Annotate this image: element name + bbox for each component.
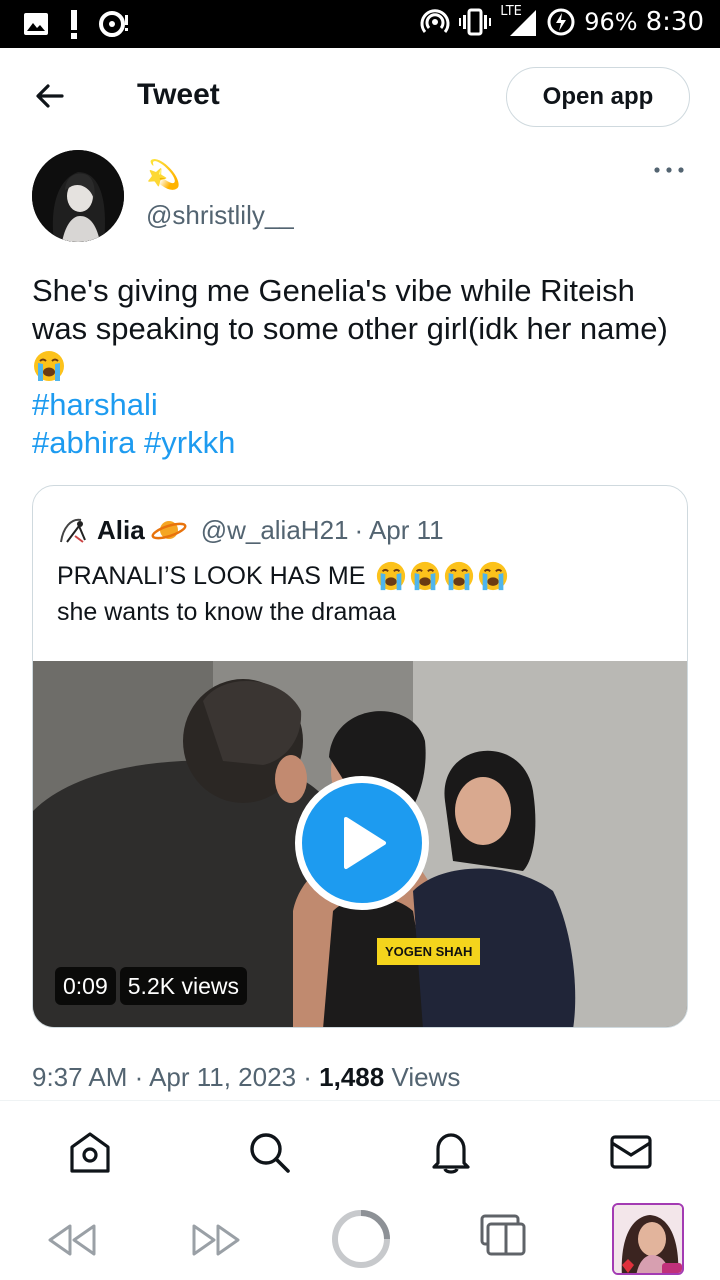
video-player[interactable]: YOGEN SHAH 0:09 5.2K views [33,661,687,1027]
quoted-text-2: she wants to know the dramaa [57,598,397,626]
back-icon[interactable] [46,1220,98,1265]
data-saver-icon [98,9,130,39]
bottom-navigation [0,1101,720,1201]
tweet-timestamp: 9:37 AM · Apr 11, 2023 · [32,1062,320,1092]
quoted-tweet-card[interactable]: Alia @w_aliaH21 · Apr 11 PRANALI’S LOOK … [32,485,688,1028]
video-views-badge: 5.2K views [119,967,247,1005]
more-options-button[interactable] [652,160,686,180]
tweet-text: She's giving me Genelia's vibe while Rit… [32,273,668,346]
quoted-date: · Apr 11 [354,514,444,545]
quoted-author-avatar [55,512,91,548]
crying-face-emoji-icon [445,561,474,591]
profile-thumbnail[interactable] [612,1203,684,1275]
author-handle[interactable]: @shristlily__ [146,200,294,231]
crying-face-emoji-icon [411,561,440,591]
home-icon[interactable] [67,1129,113,1175]
signal-icon: LTE [500,4,538,38]
hashtag-link[interactable]: #yrkkh [144,425,235,460]
open-app-button[interactable]: Open app [506,67,690,127]
video-info-badges: 0:09 5.2K views [55,967,247,1005]
hashtag-link[interactable]: #abhira [32,425,135,460]
crying-face-emoji-icon [377,561,406,591]
more-dots-icon [654,167,684,173]
views-label: Views [391,1062,461,1092]
views-count: 1,488 [319,1062,385,1092]
tabs-icon[interactable] [478,1212,528,1263]
quoted-text-line1: PRANALI’S LOOK HAS ME [57,560,509,592]
tweet-metadata: 9:37 AM · Apr 11, 2023 · 1,488 Views [32,1062,460,1093]
status-bar-right: LTE 96% 8:30 [420,4,704,38]
clock: 8:30 [645,7,704,37]
quoted-author-handle: @w_aliaH21 [200,514,349,545]
forward-icon[interactable] [190,1220,242,1265]
tweet-body: She's giving me Genelia's vibe while Rit… [32,272,692,462]
hotspot-icon [420,7,450,37]
play-icon [344,817,386,869]
search-icon[interactable] [246,1129,292,1175]
battery-percent: 96% [584,8,638,36]
top-header: Tweet Open app [0,48,720,148]
status-bar-left [22,8,130,40]
play-button[interactable] [295,776,429,910]
crying-face-emoji-icon [34,351,64,381]
crying-face-emoji-icon [479,561,508,591]
page-title: Tweet [137,78,220,111]
video-caption-tag: YOGEN SHAH [377,938,481,965]
back-button[interactable] [30,76,70,116]
video-duration-badge: 0:09 [55,967,116,1005]
quoted-author-name: Alia [97,514,145,545]
ringed-planet-emoji-icon [151,521,187,540]
gallery-notification-icon [22,10,50,38]
hashtag-link[interactable]: #harshali [32,387,158,422]
battery-charging-icon [546,7,576,37]
quoted-text-1: PRANALI’S LOOK HAS ME [57,561,366,590]
vibrate-icon [458,7,492,37]
home-circle-icon[interactable] [330,1208,392,1275]
notifications-icon[interactable] [428,1129,474,1175]
author-avatar[interactable] [32,150,124,242]
author-display-name[interactable]: 💫 [146,158,181,191]
system-navigation-bar [0,1200,720,1280]
messages-icon[interactable] [608,1129,654,1175]
alert-icon [68,8,80,40]
quoted-tweet-header: Alia @w_aliaH21 · Apr 11 [55,512,444,548]
status-bar: LTE 96% 8:30 [0,0,720,48]
arrow-left-icon [36,84,64,108]
